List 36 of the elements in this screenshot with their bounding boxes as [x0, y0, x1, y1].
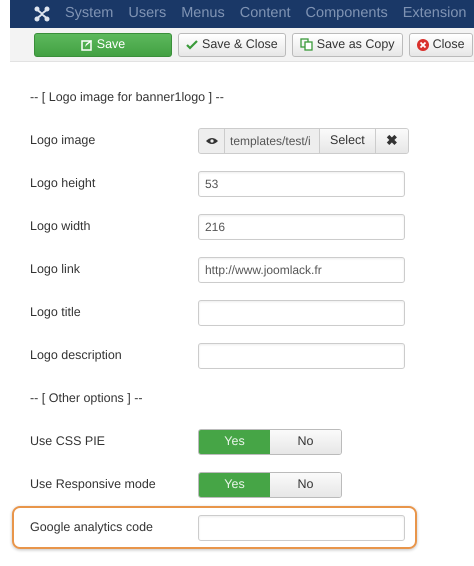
- menu-item[interactable]: Content: [240, 3, 291, 25]
- close-icon: [416, 38, 429, 50]
- menu-item[interactable]: Menus: [181, 3, 225, 25]
- field-label: Logo width: [30, 218, 92, 236]
- field-label: Logo image: [30, 132, 96, 150]
- field-label: Use CSS PIE: [30, 433, 106, 450]
- menu-item[interactable]: System: [65, 3, 114, 25]
- text-field[interactable]: http://www.joomlack.fr: [198, 256, 405, 282]
- field-label: Logo title: [30, 304, 82, 322]
- copy-icon: [300, 38, 313, 51]
- close-button[interactable]: Close: [408, 32, 473, 56]
- text-field[interactable]: 216: [198, 214, 405, 240]
- field-label: Logo height: [30, 175, 96, 192]
- menu-item[interactable]: Components: [306, 3, 388, 25]
- text-field[interactable]: [198, 300, 405, 326]
- select-button[interactable]: Select: [319, 128, 375, 152]
- field-label: Logo description: [30, 347, 123, 364]
- save-close-button[interactable]: Save & Close: [178, 32, 286, 56]
- text-field[interactable]: [198, 514, 405, 540]
- edit-icon: [80, 38, 93, 50]
- save-copy-button[interactable]: Save as Copy: [292, 32, 403, 56]
- clear-button[interactable]: ✖: [374, 128, 408, 152]
- text-field[interactable]: 53: [198, 170, 405, 196]
- menu-item[interactable]: Extension: [402, 3, 466, 25]
- text-field[interactable]: [198, 342, 405, 368]
- check-icon: [186, 38, 198, 50]
- toggle-option[interactable]: No: [270, 472, 341, 496]
- menu-item[interactable]: Users: [128, 3, 166, 25]
- section-heading: -- [ Logo image for banner1logo ] --: [30, 89, 224, 106]
- field-label: Logo link: [30, 261, 82, 278]
- section-heading: -- [ Other options ] --: [30, 390, 143, 408]
- media-field[interactable]: templates/test/i Select ✖: [198, 128, 409, 154]
- field-label: Use Responsive mode: [30, 476, 157, 494]
- logo-icon[interactable]: [34, 6, 50, 22]
- toggle-option[interactable]: No: [270, 430, 341, 454]
- field-label: Google analytics code: [30, 519, 154, 536]
